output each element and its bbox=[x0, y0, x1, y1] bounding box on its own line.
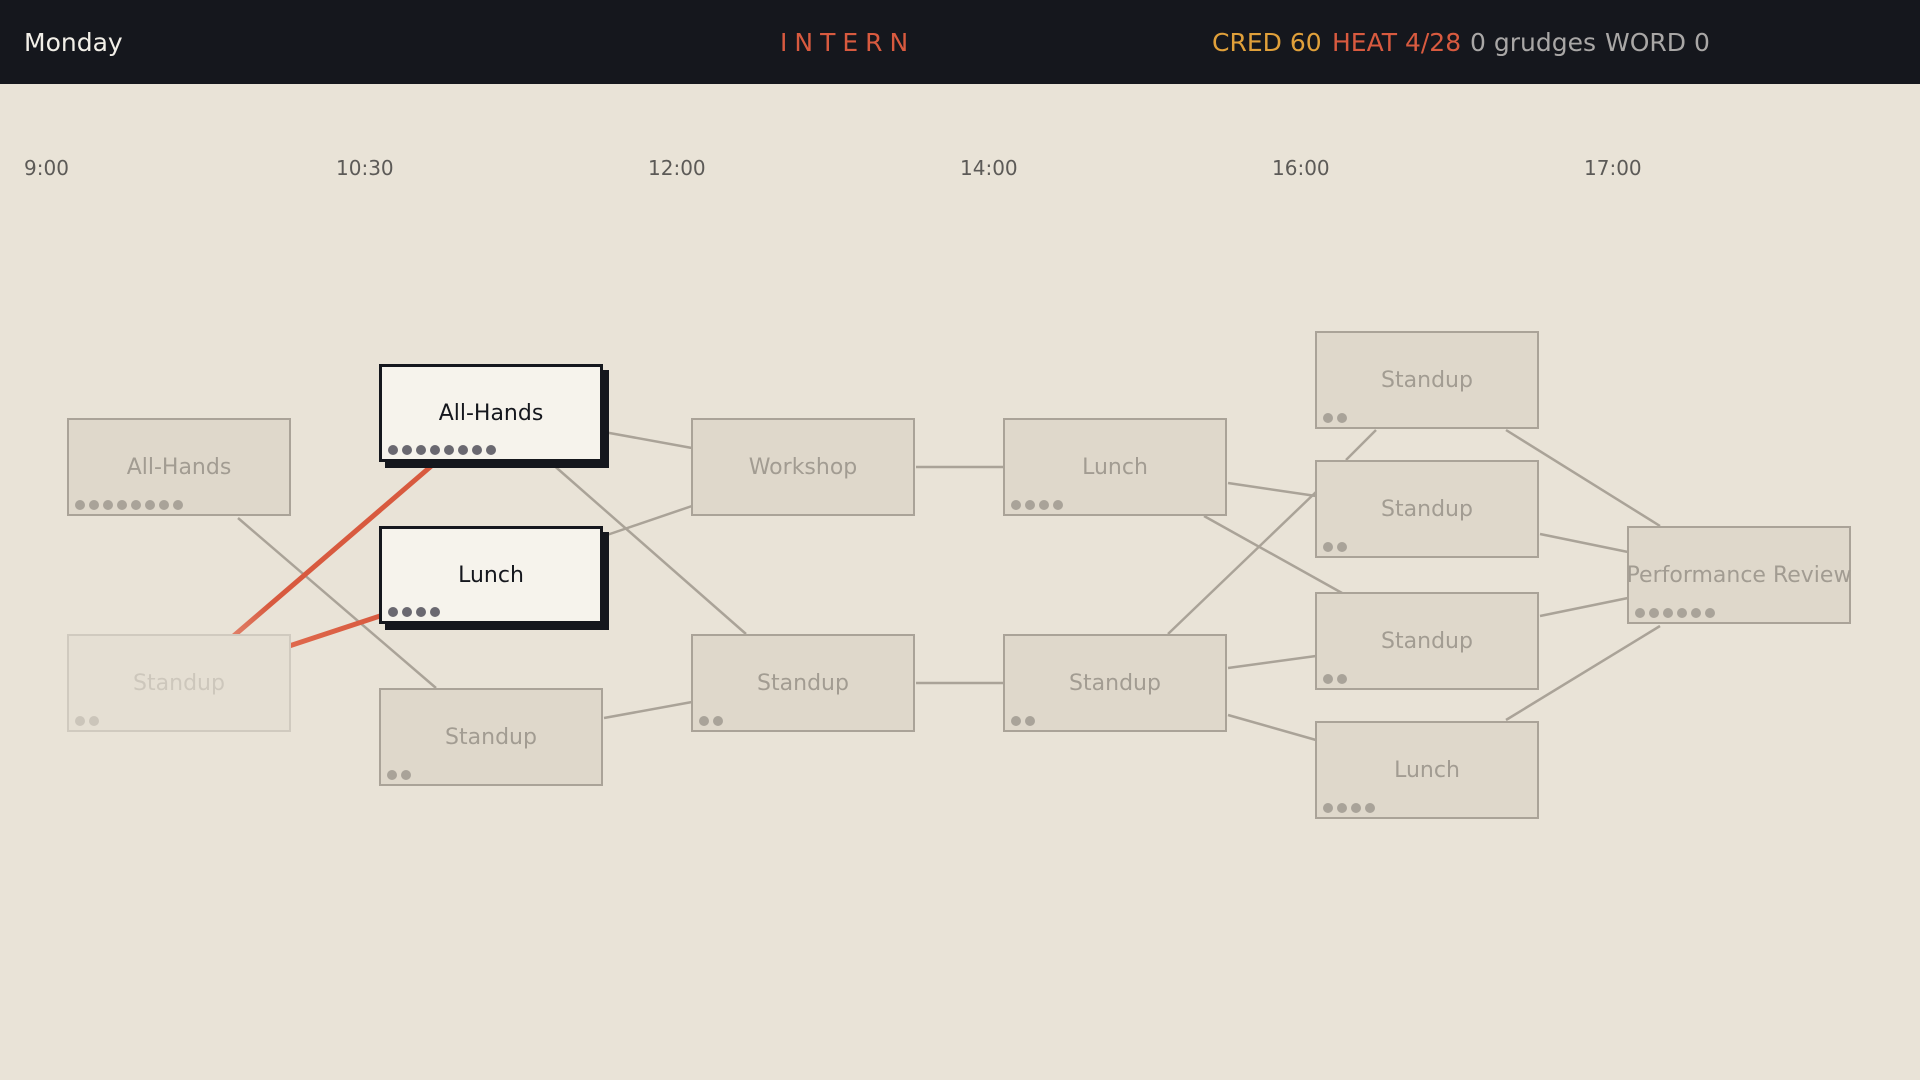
difficulty-dot bbox=[1323, 542, 1333, 552]
difficulty-dot bbox=[1337, 674, 1347, 684]
difficulty-dot bbox=[75, 500, 85, 510]
event-node: Standup bbox=[691, 634, 915, 732]
difficulty-dot bbox=[117, 500, 127, 510]
difficulty-dot bbox=[388, 445, 398, 455]
difficulty-dot bbox=[486, 445, 496, 455]
difficulty-dot bbox=[131, 500, 141, 510]
difficulty-dot bbox=[472, 445, 482, 455]
path-edge bbox=[1345, 429, 1377, 461]
event-label: Workshop bbox=[748, 454, 858, 480]
event-label: Standup bbox=[757, 670, 849, 696]
difficulty-dot bbox=[159, 500, 169, 510]
event-node: Standup bbox=[1003, 634, 1227, 732]
difficulty-dot bbox=[1337, 803, 1347, 813]
event-node: Lunch bbox=[1003, 418, 1227, 516]
difficulty-dot bbox=[1323, 413, 1333, 423]
difficulty-dots bbox=[699, 716, 723, 726]
difficulty-dots bbox=[1635, 608, 1715, 618]
difficulty-dot bbox=[1691, 608, 1701, 618]
difficulty-dot bbox=[1011, 716, 1021, 726]
difficulty-dots bbox=[75, 500, 183, 510]
event-label: Standup bbox=[1381, 628, 1473, 654]
path-edge bbox=[1539, 596, 1629, 618]
difficulty-dot bbox=[1705, 608, 1715, 618]
event-node: Standup bbox=[1315, 331, 1539, 429]
difficulty-dots bbox=[388, 607, 440, 617]
boss-event-node: Performance Review bbox=[1627, 526, 1851, 624]
path-edge bbox=[1227, 481, 1317, 498]
difficulty-dot bbox=[1323, 674, 1333, 684]
difficulty-dot bbox=[416, 445, 426, 455]
difficulty-dot bbox=[713, 716, 723, 726]
difficulty-dot bbox=[1649, 608, 1659, 618]
event-label: Standup bbox=[1381, 367, 1473, 393]
event-node: Lunch bbox=[1315, 721, 1539, 819]
difficulty-dots bbox=[388, 445, 496, 455]
difficulty-dot bbox=[1351, 803, 1361, 813]
path-edge bbox=[603, 700, 693, 720]
current-event-node: Standup bbox=[67, 634, 291, 732]
difficulty-dot bbox=[1025, 716, 1035, 726]
event-node: Standup bbox=[1315, 592, 1539, 690]
difficulty-dots bbox=[1011, 500, 1063, 510]
difficulty-dots bbox=[1011, 716, 1035, 726]
path-edge bbox=[1227, 654, 1317, 670]
selectable-event-node[interactable]: Lunch bbox=[379, 526, 603, 624]
event-node: Standup bbox=[379, 688, 603, 786]
difficulty-dots bbox=[1323, 413, 1347, 423]
difficulty-dot bbox=[444, 445, 454, 455]
difficulty-dot bbox=[1365, 803, 1375, 813]
difficulty-dot bbox=[402, 607, 412, 617]
difficulty-dot bbox=[1039, 500, 1049, 510]
event-node: Workshop bbox=[691, 418, 915, 516]
difficulty-dot bbox=[89, 716, 99, 726]
difficulty-dot bbox=[1635, 608, 1645, 618]
difficulty-dots bbox=[387, 770, 411, 780]
difficulty-dot bbox=[1053, 500, 1063, 510]
difficulty-dot bbox=[401, 770, 411, 780]
difficulty-dot bbox=[1677, 608, 1687, 618]
path-edge bbox=[603, 430, 693, 450]
difficulty-dot bbox=[1011, 500, 1021, 510]
event-label: Standup bbox=[1381, 496, 1473, 522]
difficulty-dot bbox=[1337, 542, 1347, 552]
difficulty-dot bbox=[1663, 608, 1673, 618]
event-label: Standup bbox=[445, 724, 537, 750]
difficulty-dot bbox=[699, 716, 709, 726]
difficulty-dot bbox=[89, 500, 99, 510]
selectable-event-node[interactable]: All-Hands bbox=[379, 364, 603, 462]
difficulty-dot bbox=[402, 445, 412, 455]
difficulty-dot bbox=[430, 445, 440, 455]
difficulty-dots bbox=[1323, 674, 1347, 684]
difficulty-dot bbox=[103, 500, 113, 510]
path-edge bbox=[1227, 713, 1317, 742]
difficulty-dot bbox=[388, 607, 398, 617]
difficulty-dot bbox=[173, 500, 183, 510]
difficulty-dot bbox=[1323, 803, 1333, 813]
difficulty-dots bbox=[1323, 803, 1375, 813]
difficulty-dot bbox=[145, 500, 155, 510]
difficulty-dot bbox=[1025, 500, 1035, 510]
event-label: Standup bbox=[1069, 670, 1161, 696]
event-node: Standup bbox=[1315, 460, 1539, 558]
difficulty-dot bbox=[430, 607, 440, 617]
difficulty-dot bbox=[416, 607, 426, 617]
event-node: All-Hands bbox=[67, 418, 291, 516]
difficulty-dot bbox=[458, 445, 468, 455]
difficulty-dots bbox=[75, 716, 99, 726]
difficulty-dot bbox=[1337, 413, 1347, 423]
difficulty-dot bbox=[387, 770, 397, 780]
difficulty-dot bbox=[75, 716, 85, 726]
difficulty-dots bbox=[1323, 542, 1347, 552]
path-edge bbox=[1539, 532, 1629, 554]
event-label: Standup bbox=[133, 670, 225, 696]
